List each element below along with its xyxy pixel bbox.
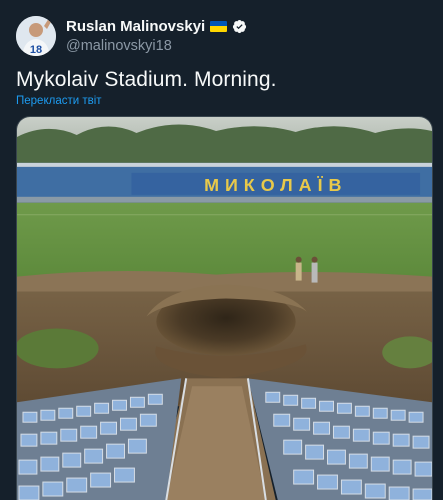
author-handle[interactable]: @malinovskyi18 — [66, 38, 247, 54]
avatar[interactable]: 18 — [16, 16, 56, 56]
translate-tweet-link[interactable]: Перекласти твіт — [16, 95, 102, 107]
display-name[interactable]: Ruslan Malinovskyi — [66, 18, 205, 35]
stadium-crater-photo: МИКОЛАЇВ — [17, 117, 432, 500]
ukraine-flag-icon — [210, 20, 228, 32]
avatar-number: 18 — [30, 44, 42, 56]
verified-badge-icon — [233, 19, 247, 33]
tweet-text: Mykolaiv Stadium. Morning. — [16, 68, 277, 91]
stand-lettering: МИКОЛАЇВ — [204, 175, 347, 195]
tweet-header: 18 Ruslan Malinovskyi @malinovskyi18 — [16, 14, 427, 56]
author-block: Ruslan Malinovskyi @malinovskyi18 — [66, 17, 247, 54]
tweet-photo[interactable]: МИКОЛАЇВ — [16, 116, 433, 500]
